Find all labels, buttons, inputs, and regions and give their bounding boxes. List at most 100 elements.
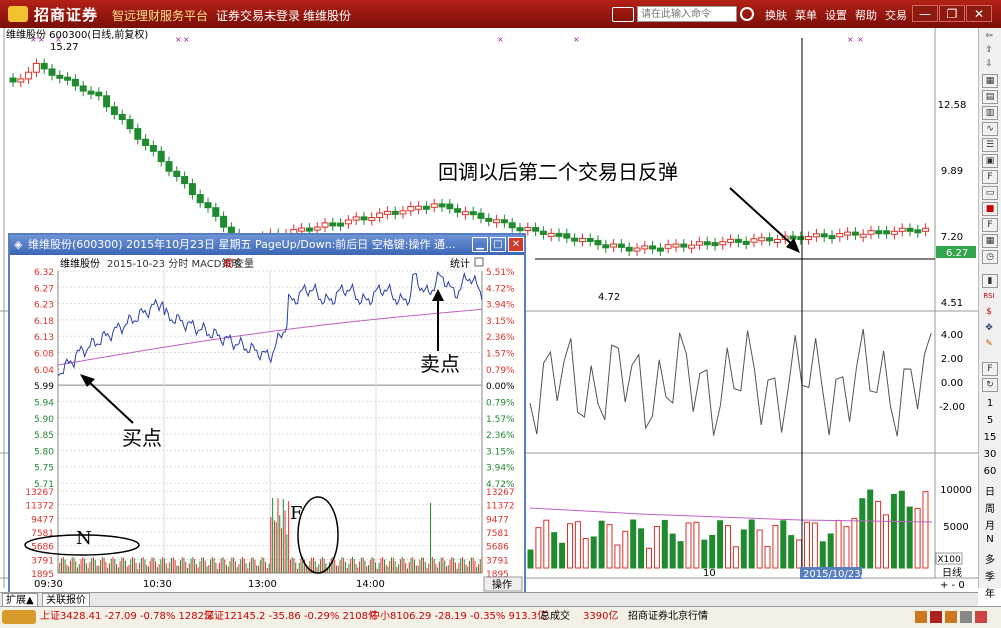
close-button[interactable]: ✕ [966, 5, 992, 22]
kline-icon[interactable]: ▮ [982, 274, 998, 288]
fs-icon[interactable]: F [982, 362, 998, 376]
candle-body [87, 90, 95, 95]
candle-body [17, 78, 25, 83]
candle-body [547, 232, 555, 237]
price-tick: 6.18 [34, 317, 54, 327]
candle-body [56, 74, 64, 79]
period-60[interactable]: 60 [979, 466, 1001, 477]
candle-body [625, 246, 633, 252]
fiz-icon[interactable]: F [982, 218, 998, 232]
status-icon-5[interactable] [975, 611, 987, 623]
volume-tick: 9477 [31, 515, 54, 525]
candle-body [805, 236, 813, 241]
menu-stock-name[interactable]: 维维股份 [303, 7, 351, 24]
status-icon-3[interactable] [945, 611, 957, 623]
period-5[interactable]: 5 [979, 415, 1001, 426]
pen-icon[interactable]: ✎ [982, 338, 996, 350]
percent-tick: 3.15% [486, 447, 515, 457]
down-icon[interactable]: ⇩ [982, 58, 996, 70]
period-day[interactable]: 日 [979, 483, 1001, 498]
price-tick: 6.04 [34, 366, 54, 376]
price-tick: 4.51 [941, 298, 963, 309]
dollar-icon[interactable]: $ [982, 306, 996, 318]
status-icon-1[interactable] [915, 611, 927, 623]
rsi-icon[interactable]: RSI [982, 290, 996, 302]
command-input[interactable]: 请在此输入命令 [637, 6, 737, 22]
index-sme[interactable]: 中小8106.29 -28.19 -0.35% 913.3亿 [370, 607, 547, 627]
menu-trade-status[interactable]: 证券交易未登录 [216, 7, 300, 24]
candle-body [563, 233, 571, 239]
candle-body [188, 183, 196, 196]
move-icon[interactable]: ✥ [982, 322, 996, 334]
maximize-button[interactable]: ❐ [939, 5, 965, 22]
volume-tick: 3791 [31, 556, 54, 566]
zoom-buttons[interactable]: + - 0 [940, 580, 965, 588]
clock-icon[interactable]: ◷ [982, 250, 998, 264]
percent-tick: 4.72% [486, 284, 515, 294]
table-icon[interactable]: ▤ [982, 90, 998, 104]
period-month[interactable]: 月 [979, 517, 1001, 532]
up-icon[interactable]: ⇧ [982, 44, 996, 56]
period-n[interactable]: N [979, 534, 1001, 545]
volume-bar [804, 521, 810, 569]
info-icon[interactable]: ■ [982, 202, 998, 216]
back-icon[interactable]: ⇦ [982, 30, 996, 42]
index-shenzhen[interactable]: 深证12145.2 -35.86 -0.29% 2108亿 [204, 607, 378, 627]
popup-maximize-button[interactable]: □ [490, 237, 506, 252]
period-1[interactable]: 1 [979, 398, 1001, 409]
period-30[interactable]: 30 [979, 449, 1001, 460]
intraday-chart[interactable]: 维维股份 2015-10-23 分时 MACD策略 成 交量 统计 6.32 5.… [10, 255, 524, 593]
f-label: F [290, 503, 303, 524]
status-icon-2[interactable] [930, 611, 942, 623]
candle-body [664, 244, 672, 249]
volume-bar [582, 538, 589, 569]
menu-skin[interactable]: 换肤 [765, 7, 787, 23]
candle-body [422, 205, 430, 210]
list-icon[interactable]: ☰ [982, 138, 998, 152]
candle-body [688, 244, 696, 249]
candle-body [750, 238, 758, 243]
line-icon[interactable]: ∿ [982, 122, 998, 136]
period-year[interactable]: 年 [979, 585, 1001, 600]
menu-menu[interactable]: 菜单 [795, 7, 817, 23]
price-tick: 7.20 [941, 232, 963, 243]
popup-stats[interactable]: 统计 [450, 257, 470, 270]
volume-tick: 11372 [486, 502, 515, 512]
search-icon[interactable] [740, 7, 754, 21]
volume-tick: 3791 [486, 556, 509, 566]
popup-title: 维维股份(600300) 2015年10月23日 星期五 PageUp/Down… [28, 238, 456, 251]
chart-icon[interactable]: ▥ [982, 106, 998, 120]
refresh-icon[interactable]: ↻ [982, 378, 998, 392]
calc-icon[interactable]: ▦ [982, 234, 998, 248]
event-marker: × [38, 35, 45, 44]
intraday-popup-window[interactable]: ◈ 维维股份(600300) 2015年10月23日 星期五 PageUp/Do… [8, 233, 526, 595]
volume-bar [867, 489, 874, 569]
price-tick: 9.89 [941, 166, 963, 177]
doc-icon[interactable]: ▣ [982, 154, 998, 168]
period-week[interactable]: 周 [979, 500, 1001, 515]
minimize-button[interactable]: — [912, 5, 938, 22]
volume-bar [819, 541, 826, 569]
time-tick: 10:30 [143, 579, 172, 590]
volume-bar [630, 519, 637, 569]
period-quarter[interactable]: 季 [979, 568, 1001, 583]
menu-settings[interactable]: 设置 [825, 7, 847, 23]
period-15[interactable]: 15 [979, 432, 1001, 443]
keyboard-icon[interactable] [612, 7, 634, 22]
f10-icon[interactable]: F [982, 170, 998, 184]
popup-close-button[interactable]: ✕ [508, 237, 524, 252]
popup-minimize-button[interactable]: ▁ [472, 237, 488, 252]
candle-body [617, 243, 625, 248]
news-icon[interactable]: ▭ [982, 186, 998, 200]
volume-bar [677, 541, 684, 569]
grid-icon[interactable]: ▦ [982, 74, 998, 88]
menu-help[interactable]: 帮助 [855, 7, 877, 23]
candle-body [352, 216, 360, 221]
menu-trade[interactable]: 交易 [885, 7, 907, 23]
period-multi[interactable]: 多 [979, 551, 1001, 566]
status-icon-4[interactable] [960, 611, 972, 623]
menu-logo-icon[interactable] [2, 610, 36, 624]
index-shanghai[interactable]: 上证3428.41 -27.09 -0.78% 1282亿 [40, 607, 214, 627]
candle-body [586, 238, 594, 243]
popup-title-bar[interactable]: ◈ 维维股份(600300) 2015年10月23日 星期五 PageUp/Do… [10, 235, 524, 255]
